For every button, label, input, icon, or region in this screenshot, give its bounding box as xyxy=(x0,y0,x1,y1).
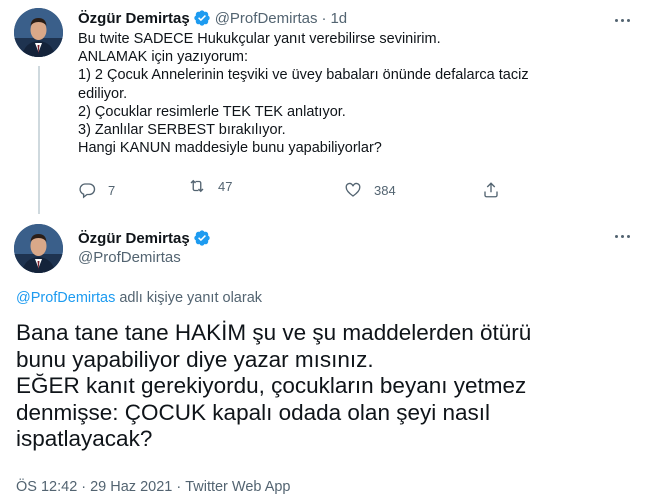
tweet-text-line: ediliyor. xyxy=(78,85,128,102)
tweet-time[interactable]: ÖS 12:42 xyxy=(16,479,77,495)
verified-icon xyxy=(194,10,210,26)
reply-button[interactable]: 7 xyxy=(78,181,115,199)
tweet-text-line: 1) 2 Çocuk Annelerinin teşviki ve üvey b… xyxy=(78,67,529,84)
retweet-count: 47 xyxy=(218,178,233,194)
author-name[interactable]: Özgür Demirtaş xyxy=(78,230,190,247)
tweet-text-line: ANLAMAK için yazıyorum: xyxy=(78,49,249,66)
tweet-meta: ÖS 12:42 · 29 Haz 2021 · Twitter Web App xyxy=(16,479,291,495)
retweet-icon xyxy=(190,179,204,193)
share-icon xyxy=(484,182,498,198)
tweet-text-line: ispatlayacak? xyxy=(16,426,153,452)
tweet-text-line: EĞER kanıt gerekiyordu, çocukların beyan… xyxy=(16,373,527,399)
reply-to-label: adlı kişiye yanıt olarak xyxy=(115,290,263,306)
reply-count: 7 xyxy=(108,182,116,198)
separator-dot: · xyxy=(176,479,182,495)
tweet-source[interactable]: Twitter Web App xyxy=(185,479,290,495)
reply-to-link[interactable]: @ProfDemirtas xyxy=(16,290,115,306)
author-handle[interactable]: @ProfDemirtas xyxy=(78,249,181,266)
tweet-text-line: Hangi KANUN maddesiyle bunu yapabiliyorl… xyxy=(78,140,382,157)
reply-context: @ProfDemirtas adlı kişiye yanıt olarak xyxy=(16,290,262,306)
avatar[interactable] xyxy=(14,8,63,57)
more-icon[interactable] xyxy=(612,226,632,246)
tweet-text-line: denmişse: ÇOCUK kapalı odada olan şeyi n… xyxy=(16,399,490,425)
reply-icon xyxy=(79,183,96,199)
tweet-date[interactable]: 29 Haz 2021 xyxy=(90,479,172,495)
author-name[interactable]: Özgür Demirtaş xyxy=(78,10,190,27)
tweet1-text: Bu twite SADECE Hukukçular yanıt verebil… xyxy=(78,30,638,157)
author-handle[interactable]: @ProfDemirtas xyxy=(215,10,318,27)
tweet1-actions: 7 47 384 xyxy=(78,179,508,201)
separator-dot: · xyxy=(321,9,327,27)
tweet2-text: Bana tane tane HAKİM şu ve şu maddelerde… xyxy=(16,320,636,453)
tweet1-header: Özgür Demirtaş @ProfDemirtas · 1d xyxy=(78,8,347,28)
like-button[interactable]: 384 xyxy=(344,181,396,199)
retweet-button[interactable]: 47 xyxy=(188,177,232,195)
verified-icon xyxy=(194,230,210,246)
tweet-text-line: 3) Zanlılar SERBEST bırakılıyor. xyxy=(78,122,286,139)
separator-dot: · xyxy=(81,479,87,495)
tweet-text-line: Bana tane tane HAKİM şu ve şu maddelerde… xyxy=(16,320,532,345)
share-button[interactable] xyxy=(482,181,500,199)
tweet-timestamp[interactable]: 1d xyxy=(330,10,347,27)
tweet-text-line: 2) Çocuklar resimlerle TEK TEK anlatıyor… xyxy=(78,103,346,120)
like-count: 384 xyxy=(374,182,396,198)
tweet-text-line: Bu twite SADECE Hukukçular yanıt verebil… xyxy=(78,31,441,47)
tweet-text-line: bunu yapabiliyor diye yazar mısınız. xyxy=(16,346,374,372)
avatar[interactable] xyxy=(14,224,63,273)
more-icon[interactable] xyxy=(612,10,632,30)
like-icon xyxy=(345,182,361,197)
tweet2-header: Özgür Demirtaş xyxy=(78,229,211,247)
thread-connector-line xyxy=(38,66,40,214)
